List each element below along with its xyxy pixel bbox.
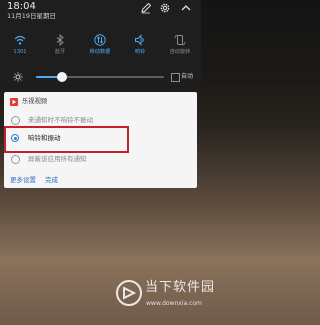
done-button[interactable]: 完成 [45,176,58,185]
toggle-label-bluetooth: 蓝牙 [54,49,66,55]
toggle-label-ring: 响铃 [134,49,146,55]
app-name: 乐视视频 [22,98,48,105]
toggle-label-auto-rotate: 自动旋转 [169,49,191,55]
mobile-data-icon [94,34,106,46]
option-label-silent: 来通知时不响铃不振动 [28,116,93,124]
highlight-box [4,126,129,153]
toggle-label-mobile-data: 移动数据 [89,49,111,55]
auto-brightness-checkbox[interactable] [171,73,180,82]
bluetooth-icon [56,34,64,46]
more-settings-link[interactable]: 更多设置 [10,176,36,185]
ring-icon [135,34,144,46]
collapse-chevron-icon[interactable] [180,2,192,14]
wifi-icon [14,35,26,45]
auto-brightness-label: 自动 [181,73,194,80]
option-label-block-all: 屏蔽该应用所有通知 [28,155,87,163]
watermark: 当下软件园 www.downxia.com [113,276,214,322]
brightness-row: 自动 [0,70,201,84]
auto-rotate-icon [174,34,186,46]
edit-icon[interactable] [140,2,152,14]
app-icon [10,98,18,106]
brightness-slider[interactable] [36,72,164,82]
toggle-label-wifi: 1301 [13,49,27,55]
radio-block-all[interactable] [11,155,20,164]
settings-icon[interactable] [159,2,171,14]
toggle-auto-rotate[interactable]: 自动旋转 [163,32,197,62]
option-block-all[interactable]: 屏蔽该应用所有通知 [8,153,188,166]
brightness-slider-thumb[interactable] [56,72,67,82]
toggle-ring[interactable]: 响铃 [123,32,157,62]
status-date: 11月19日星期日 [7,12,57,20]
watermark-text: 当下软件园 [145,280,216,295]
watermark-logo-icon [116,280,142,306]
watermark-url: www.downxia.com [146,300,202,307]
radio-silent[interactable] [11,116,20,125]
toggle-bluetooth[interactable]: 蓝牙 [43,32,77,62]
quick-toggles-row: 1301 蓝牙 移动数据 响铃 自动旋转 [0,32,201,64]
toggle-wifi[interactable]: 1301 [3,32,37,62]
toggle-mobile-data[interactable]: 移动数据 [83,32,117,62]
brightness-icon [13,72,23,82]
